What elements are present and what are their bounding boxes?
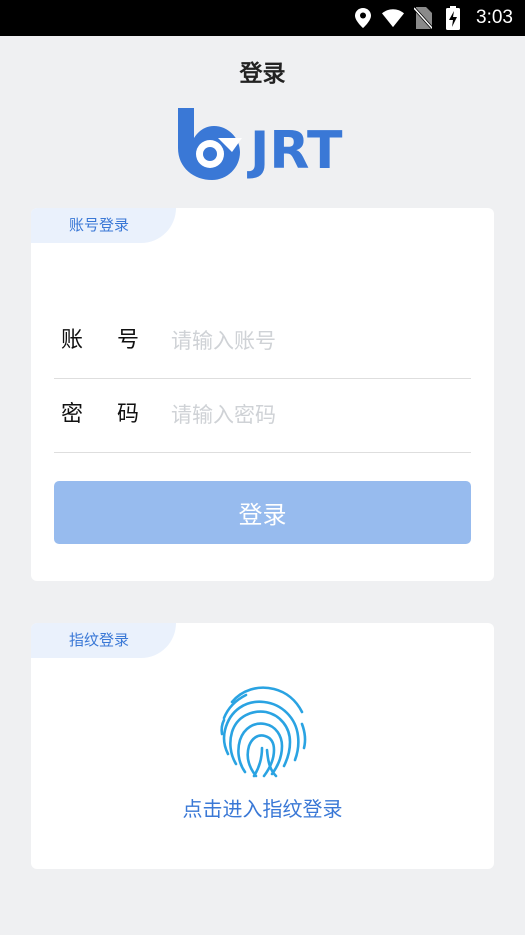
no-sim-icon: [412, 7, 434, 29]
page-title: 登录: [239, 61, 286, 87]
account-input[interactable]: [171, 321, 461, 361]
account-login-card: 账号登录 账 号 密 码 登录: [31, 208, 494, 581]
login-button[interactable]: 登录: [54, 481, 471, 544]
password-label-char-1: 密: [61, 402, 84, 427]
wifi-icon: [382, 7, 405, 29]
battery-charging-icon: [442, 6, 464, 30]
account-label-char-1: 账: [61, 328, 84, 353]
password-label: 密 码: [61, 378, 141, 452]
account-login-tab: 账号登录: [31, 208, 176, 243]
logo-text: JRT: [247, 121, 343, 181]
fingerprint-login-tab: 指纹登录: [31, 623, 176, 658]
location-icon: [352, 7, 374, 29]
fingerprint-login-card: 指纹登录 点击进入指纹登录: [31, 623, 494, 869]
account-label-char-2: 号: [117, 328, 140, 353]
app-logo: JRT: [172, 104, 354, 184]
password-label-char-2: 码: [117, 402, 140, 427]
status-icons: 3:03: [352, 0, 513, 36]
status-bar: 3:03: [0, 0, 525, 36]
account-label: 账 号: [61, 304, 141, 378]
account-field-row: 账 号: [54, 304, 471, 379]
status-time: 3:03: [476, 7, 513, 28]
password-field-row: 密 码: [54, 378, 471, 453]
password-input[interactable]: [171, 395, 461, 435]
fingerprint-icon[interactable]: [212, 680, 312, 780]
fingerprint-login-link[interactable]: 点击进入指纹登录: [31, 793, 494, 822]
